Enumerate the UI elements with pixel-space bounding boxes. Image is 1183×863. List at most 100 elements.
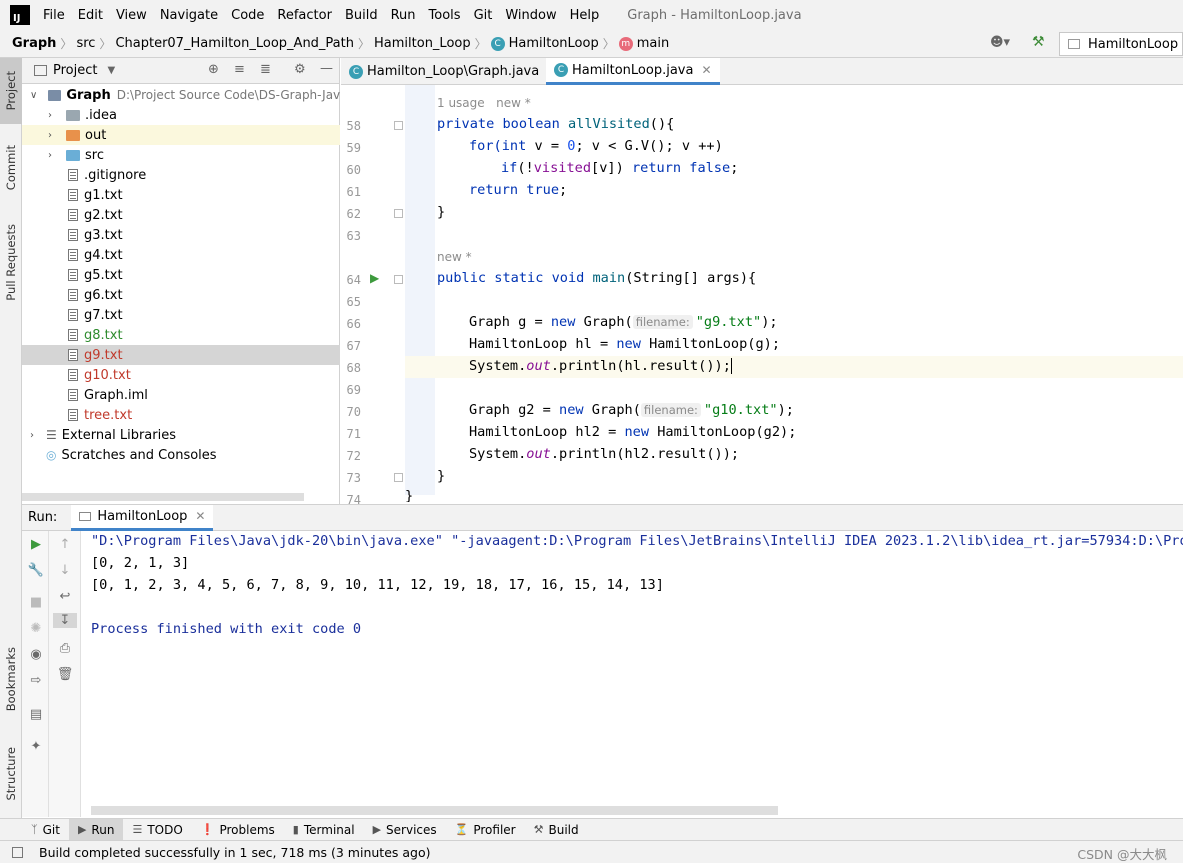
console-exit-line[interactable]: Process finished with exit code 0	[91, 621, 361, 637]
run-configuration-selector[interactable]: HamiltonLoop	[1059, 32, 1183, 56]
chevron-right-icon[interactable]: ›	[48, 130, 52, 141]
tree-item-graph-iml[interactable]: Graph.iml	[22, 385, 340, 405]
tree-item-g10[interactable]: g10.txt	[22, 365, 340, 385]
wrench-icon[interactable]: 🔧	[26, 563, 46, 578]
tool-button-terminal[interactable]: ▮ Terminal	[284, 819, 364, 841]
code-line-70[interactable]: Graph g2 = new Graph(filename: "g10.txt")…	[469, 402, 794, 418]
tree-item-g5[interactable]: g5.txt	[22, 265, 340, 285]
fold-icon[interactable]	[394, 209, 403, 218]
breadcrumb-class[interactable]: C HamiltonLoop	[490, 36, 599, 51]
tree-item-src[interactable]: › src	[22, 145, 340, 165]
menu-git[interactable]: Git	[474, 8, 493, 23]
tool-tab-structure[interactable]: Structure	[0, 738, 22, 810]
camera-icon[interactable]: ◉	[26, 647, 46, 662]
scroll-to-end-icon[interactable]: ↧	[53, 613, 77, 628]
close-icon[interactable]: ✕	[195, 509, 205, 523]
expand-all-icon[interactable]: ≡	[234, 62, 245, 77]
tool-button-todo[interactable]: ☰ TODO	[123, 819, 191, 841]
debug-icon[interactable]: ✺	[26, 621, 46, 636]
code-line-73[interactable]: }	[437, 468, 445, 484]
code-line-64[interactable]: public static void main(String[] args){	[437, 270, 756, 286]
tree-item-scratches[interactable]: ◎ Scratches and Consoles	[22, 445, 340, 465]
tree-item-g4[interactable]: g4.txt	[22, 245, 340, 265]
menu-file[interactable]: File	[43, 8, 65, 23]
tool-button-build[interactable]: ⚒ Build	[525, 819, 588, 841]
code-line-71[interactable]: HamiltonLoop hl2 = new HamiltonLoop(g2);	[469, 424, 796, 440]
menu-edit[interactable]: Edit	[78, 8, 103, 23]
code-line-61[interactable]: return true;	[469, 182, 567, 198]
horizontal-scrollbar[interactable]	[22, 493, 304, 501]
console-output-line[interactable]: [0, 1, 2, 3, 4, 5, 6, 7, 8, 9, 10, 11, 1…	[91, 577, 664, 593]
fold-icon[interactable]	[394, 121, 403, 130]
menu-navigate[interactable]: Navigate	[160, 8, 218, 23]
build-hammer-icon[interactable]: ⚒	[1032, 34, 1045, 50]
code-line-74[interactable]: }	[405, 488, 413, 502]
tree-root-graph[interactable]: ∨ Graph D:\Project Source Code\DS-Graph-…	[22, 85, 340, 105]
tree-item-g2[interactable]: g2.txt	[22, 205, 340, 225]
tree-item-gitignore[interactable]: .gitignore	[22, 165, 340, 185]
tool-tab-project[interactable]: Project	[0, 58, 22, 124]
project-panel-title[interactable]: Project	[53, 63, 97, 78]
tool-tab-bookmarks[interactable]: Bookmarks	[0, 638, 22, 720]
tree-item-g8[interactable]: g8.txt	[22, 325, 340, 345]
chevron-right-icon[interactable]: ›	[48, 110, 52, 121]
tool-button-git[interactable]: ᛉ Git	[22, 819, 69, 841]
restore-layout-icon[interactable]: ⇨	[26, 673, 46, 688]
menu-build[interactable]: Build	[345, 8, 378, 23]
tool-tab-commit[interactable]: Commit	[0, 136, 22, 200]
tool-button-services[interactable]: ▶ Services	[364, 819, 446, 841]
soft-wrap-icon[interactable]: ↩	[55, 589, 75, 604]
intellij-logo-icon[interactable]: IJ	[10, 5, 30, 25]
menu-run[interactable]: Run	[391, 8, 416, 23]
menu-window[interactable]: Window	[505, 8, 556, 23]
tree-item-idea[interactable]: › .idea	[22, 105, 340, 125]
gear-icon[interactable]: ⚙	[294, 62, 306, 77]
tree-item-g1[interactable]: g1.txt	[22, 185, 340, 205]
code-line-58[interactable]: private boolean allVisited(){	[437, 116, 674, 132]
chevron-right-icon[interactable]: ›	[48, 150, 52, 161]
fold-icon[interactable]	[394, 275, 403, 284]
code-line-67[interactable]: HamiltonLoop hl = new HamiltonLoop(g);	[469, 336, 780, 352]
tab-hamiltonloop-java[interactable]: C HamiltonLoop.java ✕	[546, 58, 720, 85]
breadcrumb-package[interactable]: Hamilton_Loop	[374, 36, 471, 51]
menu-view[interactable]: View	[116, 8, 147, 23]
console-horizontal-scrollbar[interactable]	[91, 806, 778, 815]
code-line-62[interactable]: }	[437, 204, 445, 220]
run-gutter-icon[interactable]: ▶	[370, 271, 379, 285]
tree-item-g6[interactable]: g6.txt	[22, 285, 340, 305]
trash-icon[interactable]: 🗑	[55, 667, 75, 682]
chevron-down-icon[interactable]: ∨	[30, 90, 37, 101]
tree-item-g3[interactable]: g3.txt	[22, 225, 340, 245]
locate-target-icon[interactable]: ⊕	[208, 62, 219, 77]
layout-icon[interactable]: ▤	[26, 707, 46, 722]
menu-refactor[interactable]: Refactor	[277, 8, 332, 23]
menu-code[interactable]: Code	[231, 8, 264, 23]
fold-icon[interactable]	[394, 473, 403, 482]
chevron-down-icon[interactable]: ▼	[107, 65, 115, 76]
menu-tools[interactable]: Tools	[429, 8, 461, 23]
breadcrumb-method[interactable]: m main	[618, 36, 669, 51]
status-message[interactable]: Build completed successfully in 1 sec, 7…	[39, 845, 431, 860]
chevron-right-icon[interactable]: ›	[30, 430, 34, 441]
stop-icon[interactable]: ■	[26, 595, 46, 610]
tree-item-g7[interactable]: g7.txt	[22, 305, 340, 325]
tool-button-profiler[interactable]: ⏳ Profiler	[446, 819, 525, 841]
toggle-tool-windows-icon[interactable]	[12, 846, 23, 858]
rerun-icon[interactable]: ▶	[26, 537, 46, 552]
code-line-68[interactable]: System.out.println(hl.result());	[469, 358, 732, 374]
user-icon[interactable]: ☻▾	[990, 35, 1010, 50]
tree-item-out[interactable]: › out	[22, 125, 340, 145]
close-icon[interactable]: ✕	[701, 63, 711, 77]
console-command-line[interactable]: "D:\Program Files\Java\jdk-20\bin\java.e…	[91, 533, 1183, 549]
new-hint[interactable]: new *	[437, 250, 472, 264]
arrow-up-icon[interactable]: ↑	[55, 537, 75, 552]
collapse-all-icon[interactable]: ≣	[260, 62, 271, 77]
breadcrumb-chapter[interactable]: Chapter07_Hamilton_Loop_And_Path	[115, 36, 354, 51]
menu-help[interactable]: Help	[570, 8, 600, 23]
code-line-66[interactable]: Graph g = new Graph(filename: "g9.txt");	[469, 314, 778, 330]
tree-item-tree-txt[interactable]: tree.txt	[22, 405, 340, 425]
console-output-line[interactable]: [0, 2, 1, 3]	[91, 555, 189, 571]
run-tab-hamiltonloop[interactable]: HamiltonLoop ✕	[71, 504, 214, 531]
tool-tab-pull-requests[interactable]: Pull Requests	[0, 214, 22, 310]
breadcrumb-project[interactable]: Graph	[12, 36, 56, 51]
